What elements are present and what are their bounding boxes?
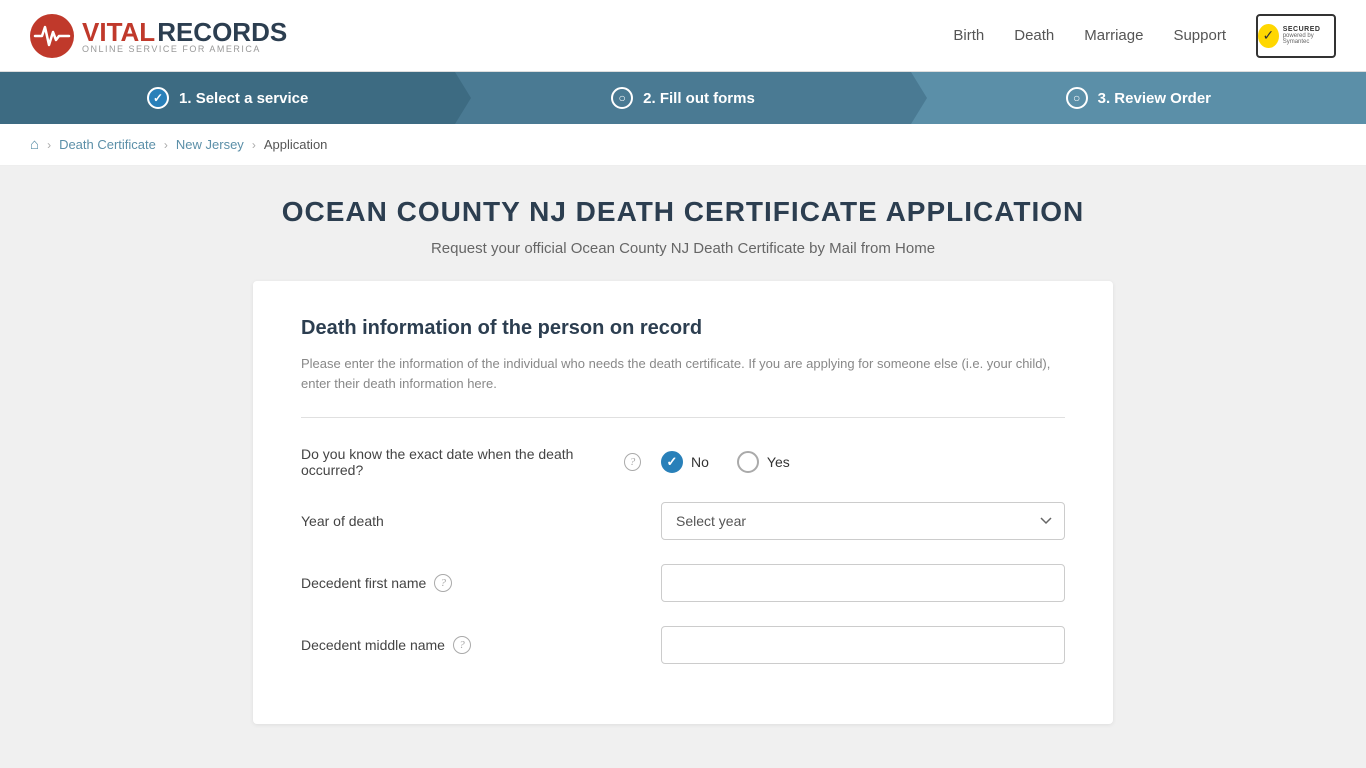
breadcrumb-home[interactable]: ⌂: [30, 136, 39, 153]
year-select[interactable]: Select year 2024 2023 2022 2021 2020 201…: [661, 502, 1065, 540]
site-header: VITAL RECORDS ONLINE SERVICE FOR AMERICA…: [0, 0, 1366, 72]
norton-check-icon: ✓: [1258, 24, 1279, 48]
progress-step-3: ○ 3. Review Order: [911, 72, 1366, 124]
year-of-death-row: Year of death Select year 2024 2023 2022…: [301, 502, 1065, 540]
nav-support[interactable]: Support: [1173, 27, 1226, 44]
first-name-field: [661, 564, 1065, 602]
home-icon: ⌂: [30, 136, 39, 153]
step2-label: 2. Fill out forms: [643, 90, 755, 107]
form-section-title: Death information of the person on recor…: [301, 317, 1065, 340]
middle-name-input[interactable]: [661, 626, 1065, 664]
exact-date-field: No Yes: [661, 451, 1065, 473]
exact-date-label: Do you know the exact date when the deat…: [301, 446, 641, 478]
form-card: Death information of the person on recor…: [253, 281, 1113, 724]
middle-name-label: Decedent middle name ?: [301, 636, 641, 654]
exact-date-help-icon[interactable]: ?: [624, 453, 641, 471]
main-nav: Birth Death Marriage Support ✓ SECURED p…: [953, 14, 1336, 58]
breadcrumb-death-cert[interactable]: Death Certificate: [59, 137, 156, 152]
first-name-label: Decedent first name ?: [301, 574, 641, 592]
page-subtitle: Request your official Ocean County NJ De…: [253, 240, 1113, 257]
breadcrumb-sep-1: ›: [47, 138, 51, 152]
step3-label: 3. Review Order: [1098, 90, 1211, 107]
logo: VITAL RECORDS ONLINE SERVICE FOR AMERICA: [30, 14, 287, 58]
year-of-death-field: Select year 2024 2023 2022 2021 2020 201…: [661, 502, 1065, 540]
nav-death[interactable]: Death: [1014, 27, 1054, 44]
first-name-help-icon[interactable]: ?: [434, 574, 452, 592]
page-title: OCEAN COUNTY NJ DEATH CERTIFICATE APPLIC…: [253, 196, 1113, 228]
logo-text-block: VITAL RECORDS ONLINE SERVICE FOR AMERICA: [82, 17, 287, 54]
first-name-row: Decedent first name ?: [301, 564, 1065, 602]
norton-badge: ✓ SECURED powered by Symantec: [1256, 14, 1336, 58]
form-section-desc: Please enter the information of the indi…: [301, 354, 1065, 393]
step1-icon: ✓: [147, 87, 169, 109]
step2-icon: ○: [611, 87, 633, 109]
breadcrumb: ⌂ › Death Certificate › New Jersey › App…: [0, 124, 1366, 166]
yes-radio[interactable]: [737, 451, 759, 473]
breadcrumb-state[interactable]: New Jersey: [176, 137, 244, 152]
middle-name-row: Decedent middle name ?: [301, 626, 1065, 664]
breadcrumb-current: Application: [264, 137, 328, 152]
breadcrumb-sep-2: ›: [164, 138, 168, 152]
no-radio[interactable]: [661, 451, 683, 473]
norton-powered-by: powered by Symantec: [1283, 33, 1334, 45]
middle-name-field: [661, 626, 1065, 664]
logo-tagline: ONLINE SERVICE FOR AMERICA: [82, 44, 287, 54]
step3-icon: ○: [1066, 87, 1088, 109]
norton-secured-label: SECURED: [1283, 26, 1334, 33]
breadcrumb-sep-3: ›: [252, 138, 256, 152]
no-option[interactable]: No: [661, 451, 709, 473]
progress-step-1: ✓ 1. Select a service: [0, 72, 455, 124]
middle-name-help-icon[interactable]: ?: [453, 636, 471, 654]
form-divider: [301, 417, 1065, 418]
progress-bar: ✓ 1. Select a service ○ 2. Fill out form…: [0, 72, 1366, 124]
yes-label: Yes: [767, 454, 790, 470]
progress-step-2: ○ 2. Fill out forms: [455, 72, 910, 124]
year-of-death-label: Year of death: [301, 513, 641, 529]
step1-label: 1. Select a service: [179, 90, 308, 107]
nav-birth[interactable]: Birth: [953, 27, 984, 44]
first-name-input[interactable]: [661, 564, 1065, 602]
exact-date-row: Do you know the exact date when the deat…: [301, 446, 1065, 478]
logo-heartbeat-icon: [30, 14, 74, 58]
yes-option[interactable]: Yes: [737, 451, 790, 473]
no-label: No: [691, 454, 709, 470]
nav-marriage[interactable]: Marriage: [1084, 27, 1143, 44]
main-content: OCEAN COUNTY NJ DEATH CERTIFICATE APPLIC…: [233, 196, 1133, 724]
